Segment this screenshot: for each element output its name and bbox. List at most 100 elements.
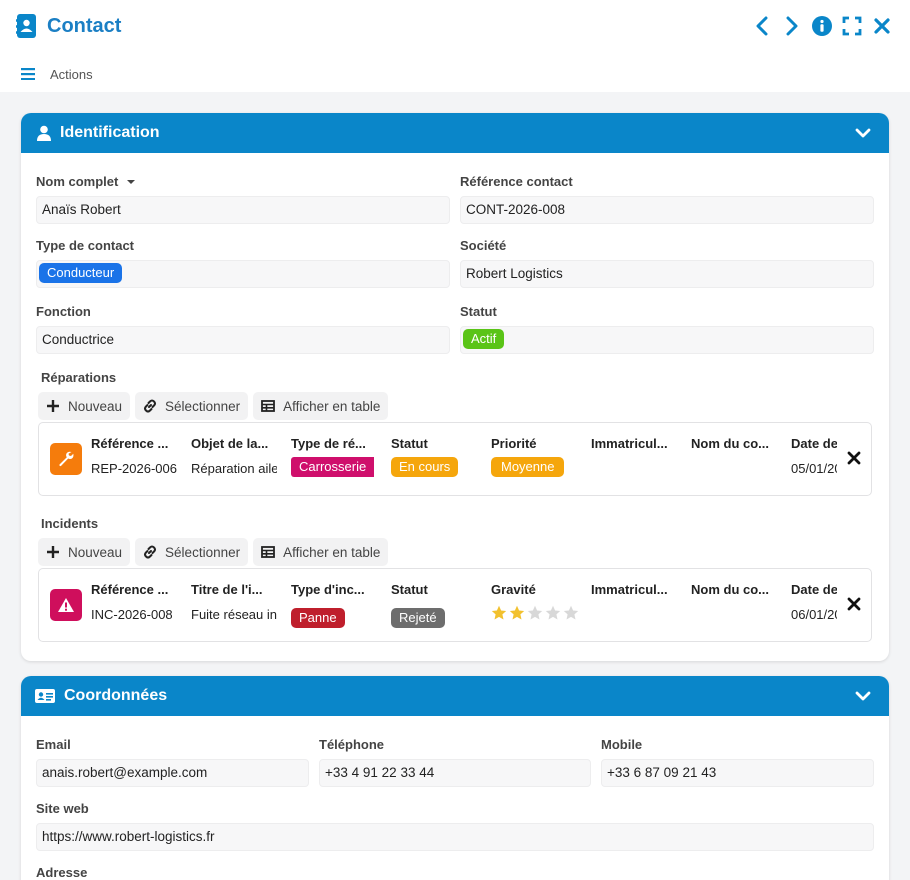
site-web-input[interactable]: https://www.robert-logistics.fr [36,823,874,851]
moyenne-badge: Moyenne [491,457,565,477]
reference-contact-label: Référence contact [460,174,573,189]
expand-icon [842,16,862,36]
close-icon [874,18,890,34]
type-contact-input[interactable]: Conducteur [36,260,450,288]
reparation-objet: Réparation aileron [191,461,277,476]
link-icon [144,399,157,413]
star-icon[interactable] [491,605,507,621]
incident-icon-tile [50,589,82,621]
reparations-new-button[interactable]: Nouveau [38,392,131,420]
chevron-down-icon[interactable] [855,127,871,139]
reparation-icon-tile [50,443,82,475]
nom-complet-field: Nom complet Anaïs Robert [36,174,450,224]
wrench-icon [59,451,74,467]
reparation-col-nom-conducteur[interactable]: Nom du co... [691,436,781,451]
info-button[interactable] [810,14,834,38]
reparation-date: 05/01/2026 [791,461,837,476]
close-button[interactable] [870,14,894,38]
mobile-input[interactable]: +33 6 87 09 21 43 [601,759,874,787]
incident-card[interactable]: Référence ... Titre de l'i... Type d'inc… [38,568,872,642]
reference-contact-input[interactable]: CONT-2026-008 [460,196,874,224]
link-icon [144,545,157,559]
site-web-label: Site web [36,801,89,816]
telephone-input[interactable]: +33 4 91 22 33 44 [319,759,591,787]
id-card-icon [35,689,55,703]
plus-icon [47,546,59,558]
reparations-toolbar: Nouveau Sélectionner Afficher en table [38,392,389,420]
info-icon [812,16,832,36]
warning-icon [58,598,74,612]
adresse-label: Adresse [36,865,88,880]
chevron-left-icon [756,16,768,36]
actions-bar: Actions [0,56,910,92]
next-button[interactable] [780,14,804,38]
incident-col-date[interactable]: Date de [791,582,837,597]
incident-col-titre[interactable]: Titre de l'i... [191,582,281,597]
close-icon[interactable] [847,451,861,465]
incident-date: 06/01/2026 [791,607,837,622]
coordonnees-header[interactable]: Coordonnées [21,676,889,716]
reparation-col-reference[interactable]: Référence ... [91,436,181,451]
coordonnees-panel: Coordonnées Email anais.robert@example.c… [21,676,889,880]
mobile-label: Mobile [601,737,643,752]
societe-label: Société [460,238,507,253]
reparations-table-button[interactable]: Afficher en table [253,392,389,420]
carrosserie-badge: Carrosserie [291,457,375,477]
contact-book-icon [16,14,36,38]
incident-col-type[interactable]: Type d'inc... [291,582,381,597]
panne-badge: Panne [291,608,345,628]
reparation-col-date[interactable]: Date de [791,436,837,451]
type-contact-label: Type de contact [36,238,135,253]
incident-col-statut[interactable]: Statut [391,582,481,597]
fonction-field: Fonction Conductrice [36,304,450,354]
email-field: Email anais.robert@example.com [36,737,309,787]
chevron-down-icon[interactable] [855,690,871,702]
star-icon[interactable] [563,605,579,621]
email-input[interactable]: anais.robert@example.com [36,759,309,787]
table-icon [261,400,276,412]
star-icon[interactable] [509,605,525,621]
reparation-col-objet[interactable]: Objet de la... [191,436,281,451]
page-title: Contact [47,15,122,37]
incidents-table-button[interactable]: Afficher en table [253,538,389,566]
statut-input[interactable]: Actif [460,326,874,354]
incident-reference: INC-2026-008 [91,607,173,622]
reparation-col-statut[interactable]: Statut [391,436,481,451]
previous-button[interactable] [750,14,774,38]
fonction-input[interactable]: Conductrice [36,326,450,354]
reparation-col-type[interactable]: Type de ré... [291,436,381,451]
conducteur-badge: Conducteur [39,263,123,284]
reparation-col-priorite[interactable]: Priorité [491,436,581,451]
reference-contact-field: Référence contact CONT-2026-008 [460,174,874,224]
incident-col-nom-conducteur[interactable]: Nom du co... [691,582,781,597]
incident-col-gravite[interactable]: Gravité [491,582,581,597]
hamburger-icon[interactable] [21,68,35,80]
coordonnees-title: Coordonnées [64,687,168,704]
window-controls [750,14,894,38]
incidents-new-button[interactable]: Nouveau [38,538,131,566]
gravite-stars [491,605,579,621]
reparation-card[interactable]: Référence ... Objet de la... Type de ré.… [38,422,872,496]
fonction-label: Fonction [36,304,91,319]
email-label: Email [36,737,71,752]
identification-header[interactable]: Identification [21,113,889,153]
incidents-toolbar: Nouveau Sélectionner Afficher en table [38,538,389,566]
en-cours-badge: En cours [391,457,459,477]
reparation-col-immatriculation[interactable]: Immatricul... [591,436,681,451]
nom-complet-input[interactable]: Anaïs Robert [36,196,450,224]
fullscreen-button[interactable] [840,14,864,38]
star-icon[interactable] [545,605,561,621]
incident-col-reference[interactable]: Référence ... [91,582,181,597]
site-web-field: Site web https://www.robert-logistics.fr [36,801,874,851]
adresse-field: Adresse [36,865,874,880]
identification-panel: Identification Nom complet Anaïs Robert … [21,113,889,661]
societe-input[interactable]: Robert Logistics [460,260,874,288]
reparations-select-button[interactable]: Sélectionner [135,392,249,420]
close-icon[interactable] [847,597,861,611]
telephone-label: Téléphone [319,737,385,752]
caret-down-icon[interactable] [126,178,136,186]
actions-menu[interactable]: Actions [50,67,93,82]
incident-col-immatriculation[interactable]: Immatricul... [591,582,681,597]
incidents-select-button[interactable]: Sélectionner [135,538,249,566]
star-icon[interactable] [527,605,543,621]
